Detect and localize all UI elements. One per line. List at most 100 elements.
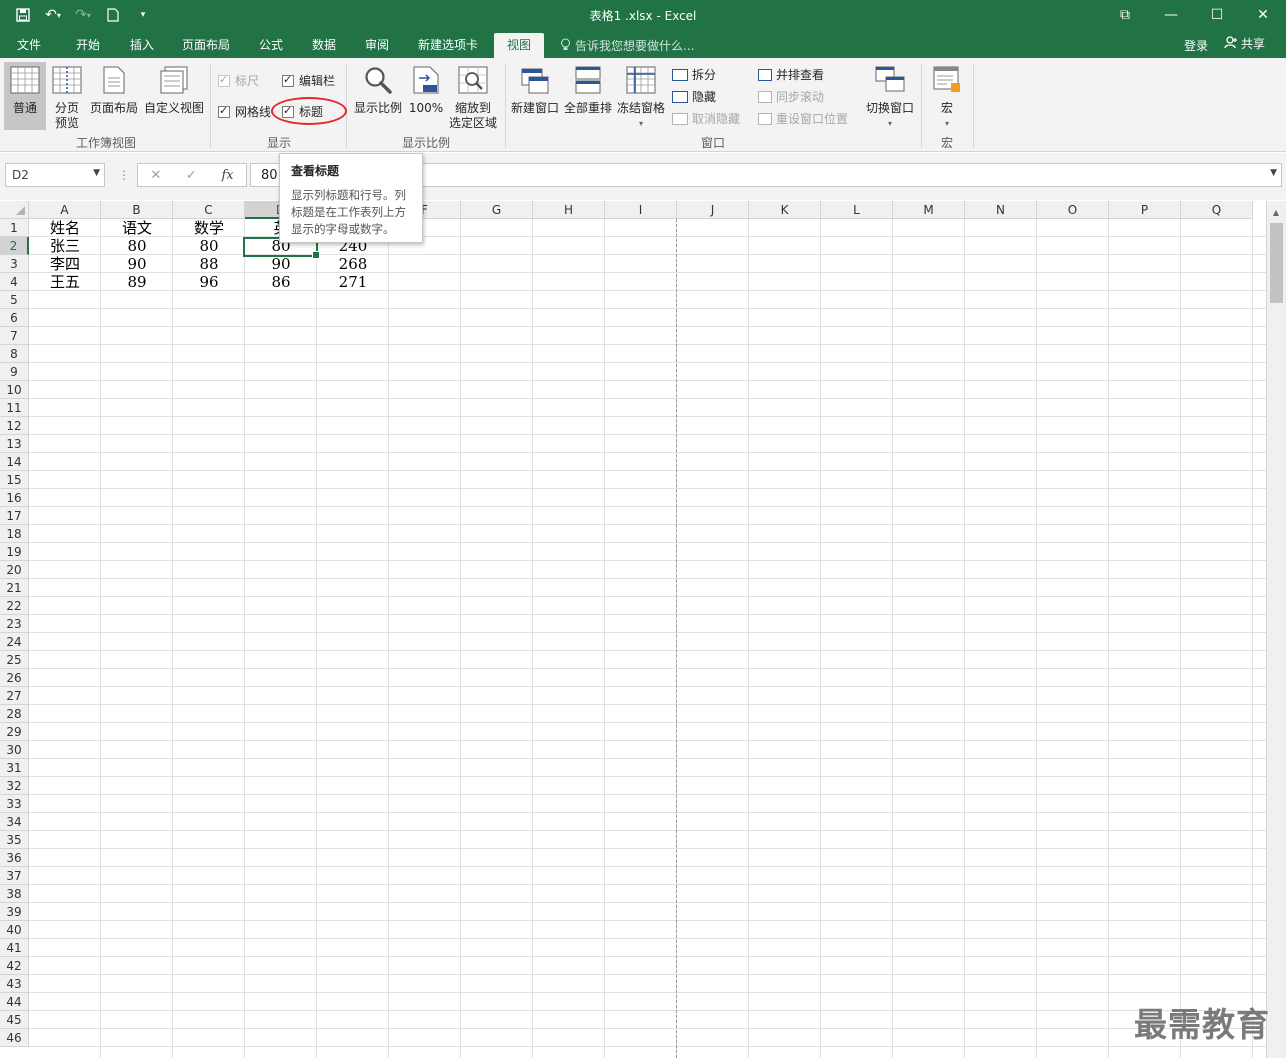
row-header-40[interactable]: 40 — [0, 921, 29, 939]
page-break-preview-button[interactable]: 分页 预览 — [48, 62, 86, 130]
tab-insert[interactable]: 插入 — [120, 33, 164, 58]
column-header-o[interactable]: O — [1037, 201, 1109, 219]
column-header-q[interactable]: Q — [1181, 201, 1253, 219]
row-header-29[interactable]: 29 — [0, 723, 29, 741]
row-header-5[interactable]: 5 — [0, 291, 29, 309]
custom-views-button[interactable]: 自定义视图 — [142, 62, 206, 130]
tab-new-tab[interactable]: 新建选项卡 — [410, 33, 486, 58]
row-header-21[interactable]: 21 — [0, 579, 29, 597]
synchronous-scrolling-button[interactable]: 同步滚动 — [758, 88, 824, 105]
cell-a1[interactable]: 姓名 — [29, 219, 101, 237]
cell-c1[interactable]: 数学 — [173, 219, 245, 237]
row-header-15[interactable]: 15 — [0, 471, 29, 489]
cell-c4[interactable]: 96 — [173, 273, 245, 291]
column-header-k[interactable]: K — [749, 201, 821, 219]
cell-e3[interactable]: 268 — [317, 255, 389, 273]
tell-me-search[interactable]: 告诉我您想要做什么... — [560, 37, 694, 54]
sign-in-link[interactable]: 登录 — [1184, 37, 1208, 54]
row-header-19[interactable]: 19 — [0, 543, 29, 561]
cell-d3[interactable]: 90 — [245, 255, 317, 273]
close-icon[interactable]: ✕ — [1240, 0, 1286, 30]
hide-button[interactable]: 隐藏 — [672, 88, 716, 105]
scroll-up-icon[interactable]: ▲ — [1267, 205, 1285, 221]
switch-dropdown-icon[interactable]: ▾ — [862, 116, 918, 131]
cell-a2[interactable]: 张三 — [29, 237, 101, 255]
cell-b4[interactable]: 89 — [101, 273, 173, 291]
unhide-button[interactable]: 取消隐藏 — [672, 110, 740, 127]
row-header-2[interactable]: 2 — [0, 237, 29, 255]
page-layout-view-button[interactable]: 页面布局 — [88, 62, 140, 130]
cancel-icon[interactable]: ✕ — [150, 168, 161, 183]
ruler-checkbox[interactable]: 标尺 — [218, 72, 259, 89]
maximize-icon[interactable]: ☐ — [1194, 0, 1240, 30]
row-header-9[interactable]: 9 — [0, 363, 29, 381]
normal-view-button[interactable]: 普通 — [4, 62, 46, 130]
row-header-22[interactable]: 22 — [0, 597, 29, 615]
cell-b1[interactable]: 语文 — [101, 219, 173, 237]
row-header-25[interactable]: 25 — [0, 651, 29, 669]
cell-a4[interactable]: 王五 — [29, 273, 101, 291]
select-all-corner[interactable] — [0, 201, 29, 219]
row-header-12[interactable]: 12 — [0, 417, 29, 435]
column-header-a[interactable]: A — [29, 201, 101, 219]
scroll-thumb[interactable] — [1270, 223, 1283, 303]
formula-bar-grip-icon[interactable]: ⋮ — [118, 168, 130, 182]
row-header-7[interactable]: 7 — [0, 327, 29, 345]
tab-page-layout[interactable]: 页面布局 — [176, 33, 236, 58]
tab-view[interactable]: 视图 — [494, 33, 544, 58]
row-header-35[interactable]: 35 — [0, 831, 29, 849]
macros-dropdown-icon[interactable]: ▾ — [926, 116, 968, 131]
column-header-j[interactable]: J — [677, 201, 749, 219]
ribbon-display-options-icon[interactable]: ⧉ — [1102, 0, 1148, 30]
column-header-p[interactable]: P — [1109, 201, 1181, 219]
zoom-button[interactable]: 显示比例 — [352, 62, 404, 130]
row-header-18[interactable]: 18 — [0, 525, 29, 543]
column-header-m[interactable]: M — [893, 201, 965, 219]
row-header-3[interactable]: 3 — [0, 255, 29, 273]
row-header-26[interactable]: 26 — [0, 669, 29, 687]
column-header-c[interactable]: C — [173, 201, 245, 219]
minimize-icon[interactable]: — — [1148, 0, 1194, 30]
row-header-10[interactable]: 10 — [0, 381, 29, 399]
formula-bar-checkbox[interactable]: 编辑栏 — [282, 72, 335, 89]
row-header-28[interactable]: 28 — [0, 705, 29, 723]
vertical-scrollbar[interactable]: ▲ — [1266, 201, 1286, 1058]
row-header-16[interactable]: 16 — [0, 489, 29, 507]
row-header-44[interactable]: 44 — [0, 993, 29, 1011]
row-header-6[interactable]: 6 — [0, 309, 29, 327]
cell-c2[interactable]: 80 — [173, 237, 245, 255]
row-header-43[interactable]: 43 — [0, 975, 29, 993]
tab-file[interactable]: 文件 — [8, 33, 50, 58]
name-box-dropdown-icon[interactable]: ▼ — [93, 168, 100, 178]
zoom-to-selection-button[interactable]: 缩放到 选定区域 — [446, 62, 500, 130]
row-header-32[interactable]: 32 — [0, 777, 29, 795]
cell-e4[interactable]: 271 — [317, 273, 389, 291]
view-side-by-side-button[interactable]: 并排查看 — [758, 66, 824, 83]
row-header-13[interactable]: 13 — [0, 435, 29, 453]
tab-data[interactable]: 数据 — [303, 33, 345, 58]
row-header-39[interactable]: 39 — [0, 903, 29, 921]
row-header-31[interactable]: 31 — [0, 759, 29, 777]
cell-area[interactable] — [29, 219, 1266, 1058]
expand-formula-bar-icon[interactable]: ▼ — [1270, 168, 1277, 178]
row-header-14[interactable]: 14 — [0, 453, 29, 471]
cell-b2[interactable]: 80 — [101, 237, 173, 255]
reset-window-position-button[interactable]: 重设窗口位置 — [758, 110, 848, 127]
column-header-i[interactable]: I — [605, 201, 677, 219]
column-header-b[interactable]: B — [101, 201, 173, 219]
enter-icon[interactable]: ✓ — [186, 168, 197, 183]
row-header-1[interactable]: 1 — [0, 219, 29, 237]
row-header-24[interactable]: 24 — [0, 633, 29, 651]
row-header-42[interactable]: 42 — [0, 957, 29, 975]
row-header-4[interactable]: 4 — [0, 273, 29, 291]
row-header-37[interactable]: 37 — [0, 867, 29, 885]
row-header-36[interactable]: 36 — [0, 849, 29, 867]
column-header-g[interactable]: G — [461, 201, 533, 219]
cell-a3[interactable]: 李四 — [29, 255, 101, 273]
column-header-h[interactable]: H — [533, 201, 605, 219]
tab-formulas[interactable]: 公式 — [250, 33, 292, 58]
freeze-panes-button[interactable]: 冻结窗格 ▾ — [614, 62, 668, 130]
switch-windows-button[interactable]: 切换窗口 ▾ — [862, 62, 918, 130]
column-header-n[interactable]: N — [965, 201, 1037, 219]
row-header-33[interactable]: 33 — [0, 795, 29, 813]
